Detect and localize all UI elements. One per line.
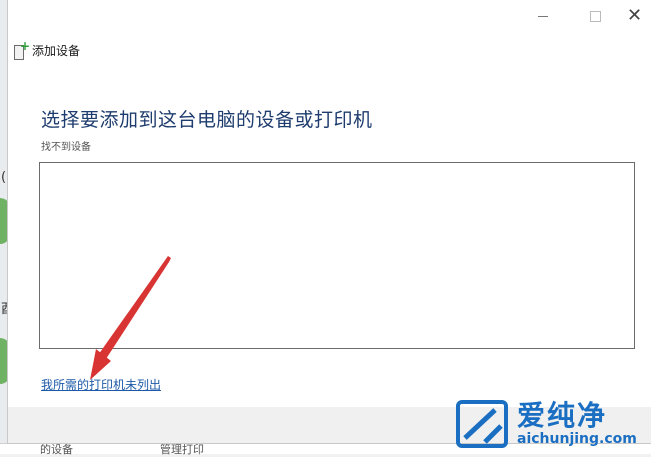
close-icon: ✕: [626, 5, 643, 26]
watermark: 爱纯净 aichunjing.com: [455, 395, 651, 453]
device-search-status: 找不到设备: [41, 142, 91, 153]
title-bar: ✕: [8, 0, 651, 32]
minimize-button[interactable]: [520, 0, 566, 32]
maximize-button[interactable]: [572, 0, 618, 32]
dialog-header-title: 添加设备: [32, 43, 81, 58]
add-device-icon: +: [12, 40, 30, 60]
watermark-brand-en: aichunjing.com: [517, 431, 637, 447]
add-device-dialog: ✕ + 添加设备 选择要添加到这台电脑的设备或打印机 找不到设备 我所需的打印机…: [7, 0, 651, 444]
watermark-logo-icon: [456, 400, 508, 448]
background-char: (: [1, 170, 7, 185]
maximize-icon: [589, 10, 601, 22]
minimize-icon: [538, 15, 548, 17]
printer-not-listed-link[interactable]: 我所需的打印机未列出: [41, 376, 161, 393]
device-list[interactable]: [39, 162, 635, 349]
page-title: 选择要添加到这台电脑的设备或打印机: [41, 109, 373, 131]
dialog-header: + 添加设备: [12, 40, 80, 60]
watermark-brand-cn: 爱纯净: [517, 399, 608, 432]
close-button[interactable]: ✕: [618, 0, 651, 32]
